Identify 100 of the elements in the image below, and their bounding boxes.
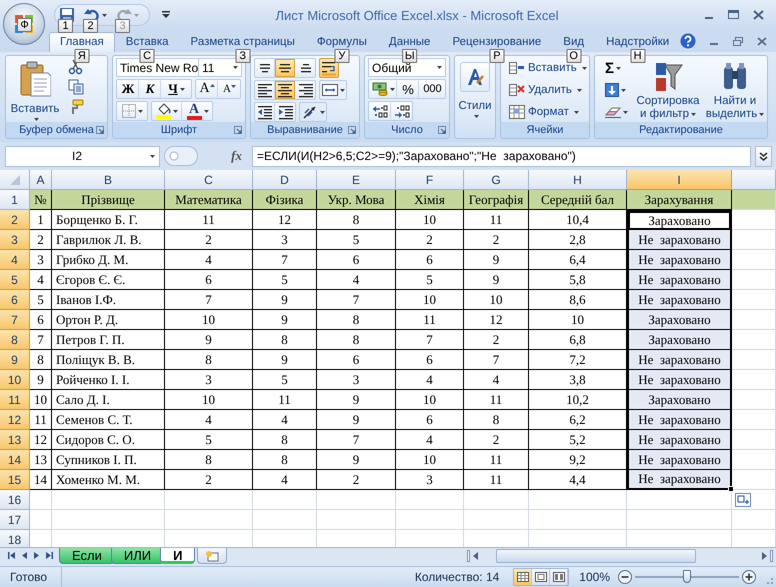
scroll-left-icon[interactable] — [473, 552, 478, 560]
shrink-font-button[interactable]: A — [218, 80, 240, 98]
customize-icon[interactable] — [162, 11, 170, 19]
row-header[interactable]: 7 — [0, 310, 30, 330]
column-header[interactable]: I — [627, 170, 732, 190]
sum-button[interactable]: Σ — [602, 58, 632, 78]
zoom-out-icon[interactable] — [618, 570, 632, 584]
sheet-tab[interactable]: Если — [59, 548, 115, 564]
row-header[interactable]: 3 — [0, 230, 30, 250]
italic-button[interactable]: К — [139, 80, 161, 98]
empty-cell[interactable] — [165, 510, 253, 530]
empty-cell[interactable] — [317, 510, 396, 530]
empty-cell[interactable] — [529, 490, 627, 510]
ribbon-tab[interactable]: Рецензирование — [441, 32, 552, 52]
row-header[interactable]: 15 — [0, 470, 30, 490]
select-all-button[interactable] — [0, 170, 30, 190]
row-header[interactable]: 5 — [0, 270, 30, 290]
font-name-field[interactable]: Times New Ro — [116, 58, 199, 77]
row-header[interactable]: 4 — [0, 250, 30, 270]
column-header[interactable]: H — [529, 170, 627, 190]
expand-formula-button[interactable] — [755, 146, 772, 166]
row-header[interactable]: 6 — [0, 290, 30, 310]
find-select-button[interactable]: Найти и выделить — [704, 58, 766, 122]
empty-cell[interactable] — [396, 490, 464, 510]
close-icon[interactable] — [753, 10, 764, 20]
zoom-slider-thumb[interactable] — [683, 570, 691, 583]
column-header[interactable]: E — [317, 170, 396, 190]
split-handle[interactable] — [467, 550, 470, 562]
cells-delete-button[interactable]: Удалить — [507, 80, 589, 100]
formula-field[interactable]: =ЕСЛИ(И(H2>6,5;C2>=9);"Зараховано";"Не зараховано") — [252, 146, 751, 166]
resize-grip-icon[interactable] — [764, 575, 774, 585]
align-middle-button[interactable] — [275, 59, 295, 77]
row-header[interactable]: 9 — [0, 350, 30, 370]
next-sheet-icon[interactable] — [34, 552, 39, 558]
ribbon-tab[interactable]: Вид — [552, 32, 596, 52]
font-size-field[interactable]: 11 — [199, 58, 242, 77]
row-header[interactable]: 13 — [0, 430, 30, 450]
row-header[interactable]: 16 — [0, 490, 30, 510]
ribbon-tab[interactable]: Разметка страницы — [180, 32, 306, 52]
row-header[interactable]: 17 — [0, 510, 30, 530]
view-pagebreak-button[interactable] — [550, 569, 568, 585]
empty-cell[interactable] — [52, 490, 165, 510]
row-header[interactable]: 2 — [0, 210, 30, 230]
empty-cell[interactable] — [396, 510, 464, 530]
cells-format-button[interactable]: Формат — [507, 102, 589, 122]
row-header[interactable]: 10 — [0, 370, 30, 390]
new-sheet-button[interactable] — [197, 548, 228, 564]
first-sheet-icon[interactable] — [8, 552, 15, 558]
last-sheet-icon[interactable] — [46, 552, 53, 558]
row-header[interactable]: 1 — [0, 190, 30, 210]
maximize-icon[interactable] — [728, 10, 739, 20]
styles-button[interactable]: Стили — [458, 58, 492, 138]
dialog-launcher-icon[interactable] — [348, 126, 356, 134]
column-header[interactable]: A — [30, 170, 52, 190]
empty-cell[interactable] — [253, 490, 317, 510]
thousands-button[interactable]: 000 — [419, 80, 445, 98]
scroll-thumb[interactable] — [496, 549, 696, 563]
office-button[interactable]: Ф — [3, 3, 45, 45]
empty-cell[interactable] — [165, 490, 253, 510]
empty-cell[interactable] — [529, 510, 627, 530]
ribbon-tab[interactable]: Вставка — [114, 32, 180, 52]
empty-cell[interactable] — [732, 490, 776, 510]
previous-sheet-icon[interactable] — [22, 552, 27, 558]
number-format-field[interactable]: Общий — [368, 58, 446, 77]
zoom-slider[interactable] — [635, 570, 739, 584]
empty-cell[interactable] — [464, 510, 529, 530]
empty-cell[interactable] — [317, 490, 396, 510]
row-header[interactable]: 12 — [0, 410, 30, 430]
zoom-in-icon[interactable] — [742, 570, 756, 584]
ribbon-tab[interactable]: Надстройки — [595, 32, 680, 52]
underline-button[interactable]: Ч — [161, 80, 191, 98]
name-box[interactable]: I2 — [5, 146, 160, 166]
insert-function-button[interactable]: fx — [231, 148, 242, 164]
row-header[interactable]: 8 — [0, 330, 30, 350]
dialog-launcher-icon[interactable] — [234, 126, 242, 134]
outdent-button[interactable] — [255, 103, 275, 121]
dialog-launcher-icon[interactable] — [96, 126, 104, 134]
merge-button[interactable] — [319, 80, 347, 100]
empty-cell[interactable] — [253, 510, 317, 530]
dialog-launcher-icon[interactable] — [438, 126, 446, 134]
wrap-text-button[interactable] — [319, 58, 339, 78]
empty-cell[interactable] — [52, 510, 165, 530]
scroll-right-icon[interactable] — [762, 552, 767, 560]
copy-icon[interactable] — [68, 79, 84, 95]
paste-button[interactable]: Вставить — [9, 58, 61, 122]
column-header[interactable]: B — [52, 170, 165, 190]
sheet-tab[interactable]: И — [160, 548, 196, 564]
view-normal-button[interactable] — [514, 569, 532, 585]
row-header[interactable]: 14 — [0, 450, 30, 470]
empty-cell[interactable] — [627, 510, 732, 530]
resize-handle-icon[interactable] — [164, 146, 198, 166]
row-header[interactable]: 11 — [0, 390, 30, 410]
cut-icon[interactable] — [68, 59, 84, 75]
align-center-button[interactable] — [275, 81, 295, 99]
column-header[interactable]: F — [396, 170, 464, 190]
autofill-options-icon[interactable] — [735, 493, 751, 507]
column-header[interactable]: D — [253, 170, 317, 190]
split-handle[interactable] — [770, 550, 773, 562]
fill-handle[interactable] — [728, 486, 734, 492]
row-header[interactable]: 18 — [0, 530, 30, 547]
